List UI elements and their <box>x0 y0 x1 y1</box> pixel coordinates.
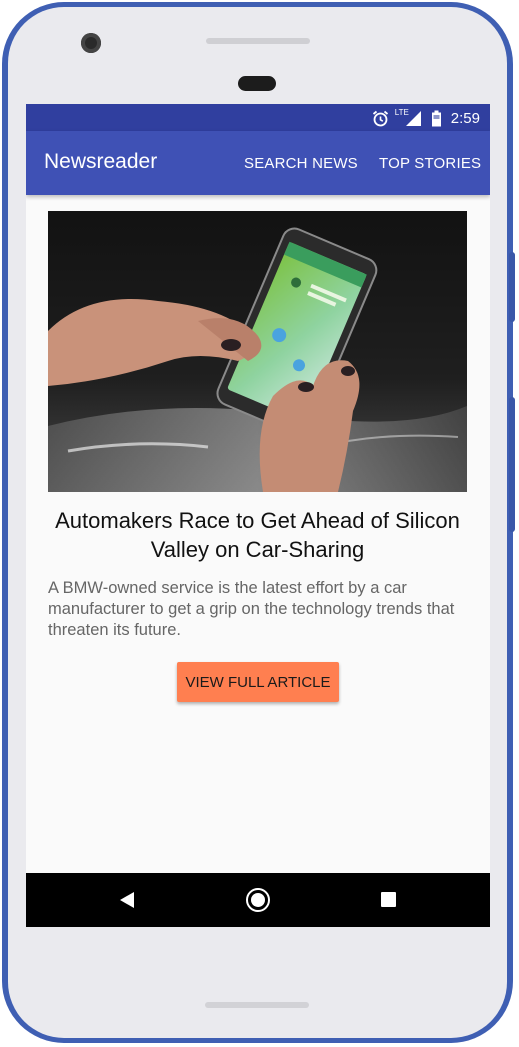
status-time: 2:59 <box>450 109 480 127</box>
phone-in-hands-photo <box>48 211 467 492</box>
front-camera <box>81 33 101 53</box>
back-icon[interactable] <box>120 892 134 908</box>
power-button <box>509 252 515 322</box>
recents-icon[interactable] <box>381 892 396 907</box>
volume-button <box>509 397 515 532</box>
network-type-label: LTE <box>394 107 409 117</box>
article-image <box>48 211 467 492</box>
battery-icon <box>431 110 441 126</box>
status-bar: LTE 2:59 <box>26 104 490 131</box>
screen: LTE 2:59 Newsreader SEARCH NEWS TOP STOR… <box>26 104 490 927</box>
search-news-action[interactable]: SEARCH NEWS <box>244 155 358 172</box>
view-full-article-button[interactable]: VIEW FULL ARTICLE <box>177 662 339 702</box>
bottom-speaker <box>205 1002 309 1008</box>
status-icons: LTE 2:59 <box>372 108 480 128</box>
navigation-bar <box>26 873 490 927</box>
app-bar: Newsreader SEARCH NEWS TOP STORIES <box>26 131 490 195</box>
proximity-sensor <box>238 76 276 91</box>
earpiece-speaker <box>206 38 310 44</box>
alarm-icon <box>372 110 388 126</box>
article-summary: A BMW-owned service is the latest effort… <box>48 579 455 639</box>
top-stories-action[interactable]: TOP STORIES <box>379 155 481 172</box>
home-icon[interactable] <box>246 888 270 912</box>
app-title: Newsreader <box>44 150 158 173</box>
article-headline: Automakers Race to Get Ahead of Silicon … <box>55 508 460 562</box>
